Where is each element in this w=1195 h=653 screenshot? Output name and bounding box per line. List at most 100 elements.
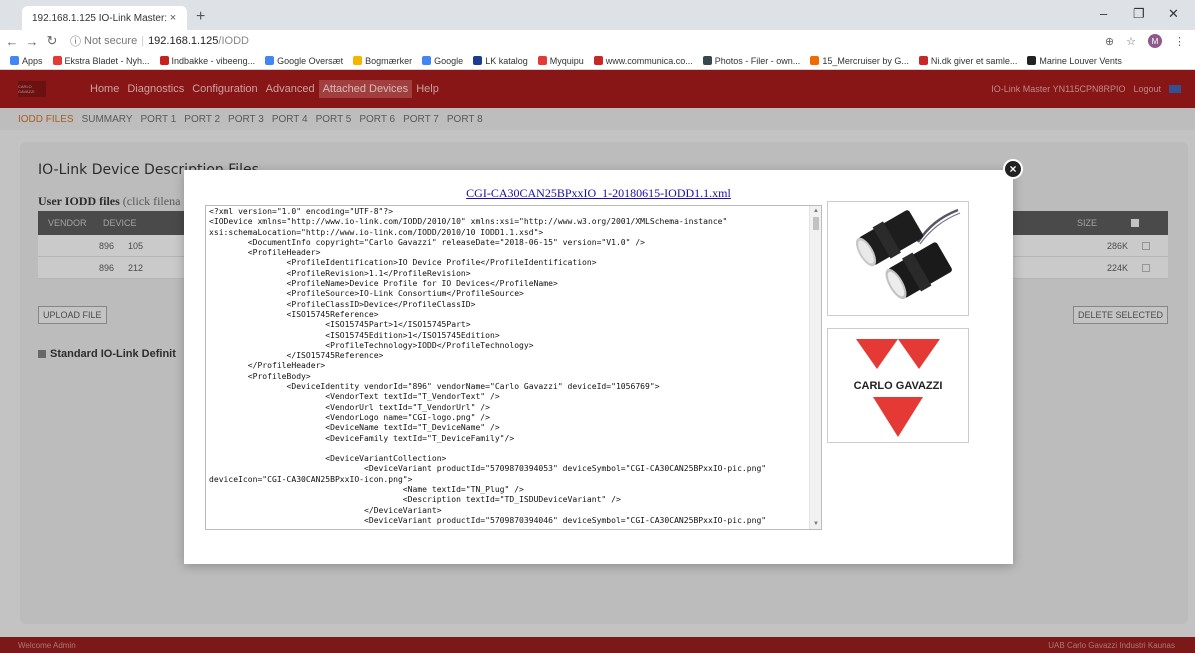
bookmark-star-icon[interactable]: ☆: [1126, 35, 1136, 48]
bookmark-item[interactable]: Myquipu: [537, 55, 584, 66]
bookmark-label: Marine Louver Vents: [1039, 55, 1122, 66]
xml-line: <DeviceVariantCollection>: [209, 454, 447, 464]
xml-line: <VendorLogo name="CGI-logo.png" />: [209, 412, 490, 422]
xml-line: <ProfileBody>: [209, 371, 311, 381]
xml-line: <ProfileName>Device Profile for IO Devic…: [209, 279, 558, 289]
xml-line: <ProfileHeader>: [209, 248, 321, 258]
browser-tab[interactable]: 192.168.1.125 IO-Link Master: IO ×: [22, 6, 187, 30]
xml-line: <DeviceFamily textId="T_DeviceFamily"/>: [209, 433, 515, 443]
bookmark-favicon-icon: [918, 56, 928, 65]
xml-line: <DeviceVariant productId="5709870394053"…: [209, 464, 767, 474]
xml-line: </ProfileHeader>: [209, 361, 326, 371]
bookmark-label: Photos - Filer - own...: [714, 55, 801, 66]
bookmark-label: Indbakke - vibeeng...: [171, 55, 256, 66]
iodd-viewer-modal: CGI-CA30CAN25BPxxIO_1-20180615-IODD1.1.x…: [184, 170, 1013, 564]
carlo-gavazzi-brand-icon: CARLO GAVAZZI: [854, 339, 943, 437]
bookmark-item[interactable]: Photos - Filer - own...: [702, 55, 801, 66]
proximity-sensor-image: [855, 208, 961, 300]
xml-viewer[interactable]: <?xml version="1.0" encoding="UTF-8"?> <I…: [205, 205, 822, 530]
reload-icon[interactable]: ↻: [44, 33, 60, 49]
xml-line: <DeviceIdentity vendorId="896" vendorNam…: [209, 382, 660, 392]
xml-line: <Name textId="TN_Plug" />: [209, 485, 524, 495]
url-field[interactable]: ⓘ Not secure | 192.168.1.125 /IODD: [70, 33, 249, 49]
bookmark-label: 15_Mercruiser by G...: [822, 55, 909, 66]
xml-line: <DocumentInfo copyright="Carlo Gavazzi" …: [209, 237, 646, 247]
bookmark-item[interactable]: Ni.dk giver et samle...: [918, 55, 1018, 66]
maximize-button[interactable]: ❐: [1133, 6, 1145, 22]
xml-line: <ProfileClassID>Device</ProfileClassID>: [209, 299, 476, 309]
url-path: /IODD: [218, 35, 249, 47]
bookmark-favicon-icon: [810, 56, 820, 65]
bookmark-item[interactable]: Ekstra Bladet - Nyh...: [52, 55, 150, 66]
bookmark-favicon-icon: [159, 56, 169, 65]
address-bar-actions: ⊕ ☆ M ⋮: [1105, 34, 1185, 48]
bookmark-label: www.communica.co...: [605, 55, 693, 66]
bookmark-favicon-icon: [52, 56, 62, 65]
bookmark-label: Ekstra Bladet - Nyh...: [64, 55, 150, 66]
bookmark-item[interactable]: Apps: [10, 56, 43, 66]
bookmark-item[interactable]: Indbakke - vibeeng...: [159, 55, 256, 66]
bookmark-item[interactable]: Google Oversæt: [265, 56, 343, 66]
xml-line: <VendorUrl textId="T_VendorUrl" />: [209, 402, 490, 412]
bookmark-item[interactable]: Google: [422, 56, 463, 66]
scroll-down-icon[interactable]: ▼: [813, 521, 819, 527]
bookmark-favicon-icon: [422, 56, 432, 65]
xml-line: [209, 444, 809, 454]
bookmark-item[interactable]: 15_Mercruiser by G...: [810, 56, 909, 66]
forward-icon[interactable]: →: [24, 34, 40, 49]
xml-line: <DeviceName textId="T_DeviceName" />: [209, 423, 500, 433]
bookmark-label: Google: [434, 55, 464, 66]
bookmark-item[interactable]: LK katalog: [473, 56, 528, 66]
zoom-icon[interactable]: ⊕: [1105, 35, 1114, 48]
tab-close-icon[interactable]: ×: [167, 12, 179, 24]
vendor-logo-image: CARLO GAVAZZI: [827, 328, 969, 443]
xml-line: <ProfileIdentification>IO Device Profile…: [209, 258, 597, 268]
back-icon[interactable]: ←: [4, 34, 20, 49]
bookmark-favicon-icon: [1027, 56, 1037, 65]
bookmarks-bar: Apps Ekstra Bladet - Nyh... Indbakke - vib…: [0, 52, 1195, 70]
not-secure-label: Not secure: [84, 35, 138, 47]
bookmark-label: Ni.dk giver et samle...: [930, 55, 1018, 66]
info-icon[interactable]: ⓘ: [70, 33, 81, 49]
bookmark-favicon-icon: [10, 56, 19, 65]
xml-line: <ISO15745Edition>1</ISO15745Edition>: [209, 330, 500, 340]
xml-line: <ProfileTechnology>IODD</ProfileTechnolo…: [209, 340, 534, 350]
xml-scrollbar[interactable]: ▲ ▼: [809, 206, 821, 529]
scroll-thumb[interactable]: [813, 217, 819, 230]
xml-line: deviceIcon="CGI-CA30CAN25BPxxIO-icon.png…: [209, 474, 413, 484]
bookmark-favicon-icon: [265, 56, 275, 65]
close-icon[interactable]: ×: [1003, 159, 1023, 179]
xml-content: <?xml version="1.0" encoding="UTF-8"?> <I…: [209, 207, 809, 526]
xml-line: <ISO15745Part>1</ISO15745Part>: [209, 320, 471, 330]
bookmark-favicon-icon: [353, 56, 363, 65]
bookmark-item[interactable]: Marine Louver Vents: [1027, 56, 1122, 66]
xml-line: <ISO15745Reference>: [209, 309, 379, 319]
bookmark-item[interactable]: www.communica.co...: [593, 55, 693, 66]
xml-line: <DeviceVariant productId="5709870394046"…: [209, 515, 767, 525]
bookmark-label: LK katalog: [485, 55, 528, 66]
xml-line: xsi:schemaLocation="http://www.io-link.c…: [209, 227, 544, 237]
bookmark-item[interactable]: Bogmærker: [353, 56, 412, 66]
bookmark-favicon-icon: [537, 56, 547, 65]
xml-line: <ProfileRevision>1.1</ProfileRevision>: [209, 268, 471, 278]
browser-tab-bar: 192.168.1.125 IO-Link Master: IO × + – ❐…: [0, 0, 1195, 30]
menu-icon[interactable]: ⋮: [1174, 35, 1185, 48]
xml-line: <VendorText textId="T_VendorText" />: [209, 392, 500, 402]
bookmark-label: Bogmærker: [365, 55, 413, 66]
xml-line: <ProfileSource>IO-Link Consortium</Profi…: [209, 289, 524, 299]
minimize-button[interactable]: –: [1100, 6, 1107, 21]
xml-line: <IODevice xmlns="http://www.io-link.com/…: [209, 217, 728, 227]
bookmark-favicon-icon: [593, 56, 603, 65]
window-close-button[interactable]: ✕: [1168, 6, 1179, 22]
bookmark-label: Myquipu: [549, 55, 584, 66]
new-tab-button[interactable]: +: [196, 8, 205, 26]
url-host: 192.168.1.125: [148, 35, 219, 47]
device-image: [827, 201, 969, 316]
scroll-up-icon[interactable]: ▲: [813, 208, 819, 214]
brand-text: CARLO GAVAZZI: [854, 380, 943, 392]
iodd-file-link[interactable]: CGI-CA30CAN25BPxxIO_1-20180615-IODD1.1.x…: [184, 186, 1013, 201]
tab-title: 192.168.1.125 IO-Link Master: IO: [32, 12, 167, 24]
bookmark-label: Apps: [22, 55, 43, 66]
profile-avatar[interactable]: M: [1148, 34, 1162, 48]
xml-line: <?xml version="1.0" encoding="UTF-8"?>: [209, 207, 394, 216]
